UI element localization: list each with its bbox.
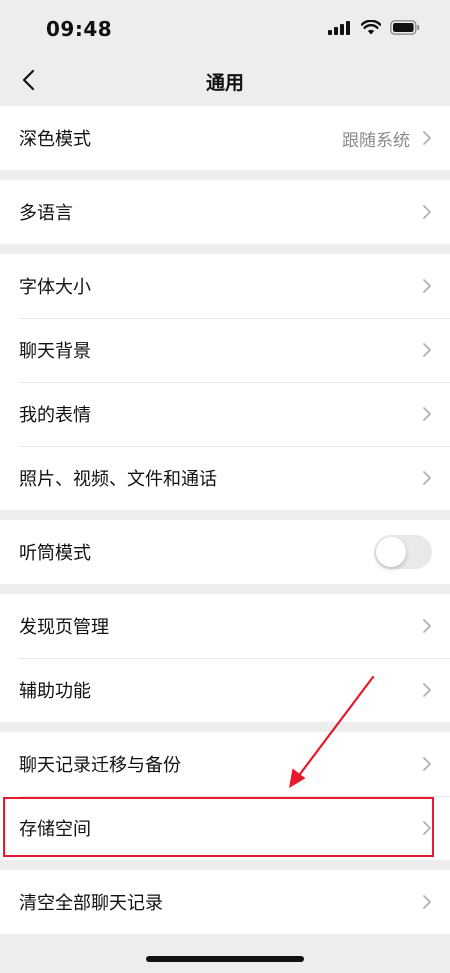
settings-list: 深色模式 跟随系统 多语言 字体大小 聊天背景 我的表情 照片、视频、文件和通话… (0, 106, 450, 944)
row-media-files-calls[interactable]: 照片、视频、文件和通话 (0, 446, 450, 510)
row-discover-management[interactable]: 发现页管理 (0, 594, 450, 658)
row-label: 听筒模式 (19, 543, 91, 564)
chevron-right-icon (422, 894, 432, 910)
status-time: 09:48 (46, 17, 113, 41)
row-chat-migration-backup[interactable]: 聊天记录迁移与备份 (0, 732, 450, 796)
row-my-stickers[interactable]: 我的表情 (0, 382, 450, 446)
battery-icon (390, 20, 420, 35)
nav-bar: 通用 (0, 56, 450, 106)
group-chat-appearance: 字体大小 聊天背景 我的表情 照片、视频、文件和通话 (0, 254, 450, 510)
group-discover: 发现页管理 辅助功能 (0, 594, 450, 722)
page-title: 通用 (205, 72, 244, 94)
group-storage: 聊天记录迁移与备份 存储空间 (0, 732, 450, 860)
status-icons (328, 20, 420, 35)
wifi-icon (361, 20, 381, 35)
chevron-right-icon (422, 130, 432, 146)
cellular-signal-icon (328, 20, 350, 35)
chevron-right-icon (422, 470, 432, 486)
row-dark-mode[interactable]: 深色模式 跟随系统 (0, 106, 450, 170)
chevron-right-icon (422, 820, 432, 836)
row-label: 多语言 (19, 203, 73, 224)
status-bar: 09:48 (0, 0, 450, 56)
row-label: 辅助功能 (19, 681, 91, 702)
toggle-knob (376, 537, 406, 567)
row-language[interactable]: 多语言 (0, 180, 450, 244)
row-chat-background[interactable]: 聊天背景 (0, 318, 450, 382)
group-earpiece: 听筒模式 (0, 520, 450, 584)
chevron-right-icon (422, 756, 432, 772)
row-label: 存储空间 (19, 819, 91, 840)
row-label: 照片、视频、文件和通话 (19, 469, 217, 490)
row-earpiece-mode: 听筒模式 (0, 520, 450, 584)
chevron-right-icon (422, 342, 432, 358)
home-indicator (146, 956, 304, 962)
chevron-right-icon (422, 204, 432, 220)
row-label: 聊天记录迁移与备份 (19, 755, 181, 776)
chevron-right-icon (422, 278, 432, 294)
chevron-right-icon (422, 406, 432, 422)
row-label: 清空全部聊天记录 (19, 893, 163, 914)
row-label: 字体大小 (19, 277, 91, 298)
earpiece-mode-toggle[interactable] (374, 535, 432, 569)
chevron-right-icon (422, 618, 432, 634)
group-display: 深色模式 跟随系统 (0, 106, 450, 170)
group-language: 多语言 (0, 180, 450, 244)
group-clear: 清空全部聊天记录 (0, 870, 450, 934)
row-value: 跟随系统 (342, 130, 410, 151)
row-label: 我的表情 (19, 405, 91, 426)
row-font-size[interactable]: 字体大小 (0, 254, 450, 318)
chevron-right-icon (422, 682, 432, 698)
row-label: 发现页管理 (19, 617, 109, 638)
row-storage-space[interactable]: 存储空间 (0, 796, 450, 860)
row-clear-all-chats[interactable]: 清空全部聊天记录 (0, 870, 450, 934)
row-label: 聊天背景 (19, 341, 91, 362)
row-accessibility[interactable]: 辅助功能 (0, 658, 450, 722)
row-label: 深色模式 (19, 129, 91, 150)
